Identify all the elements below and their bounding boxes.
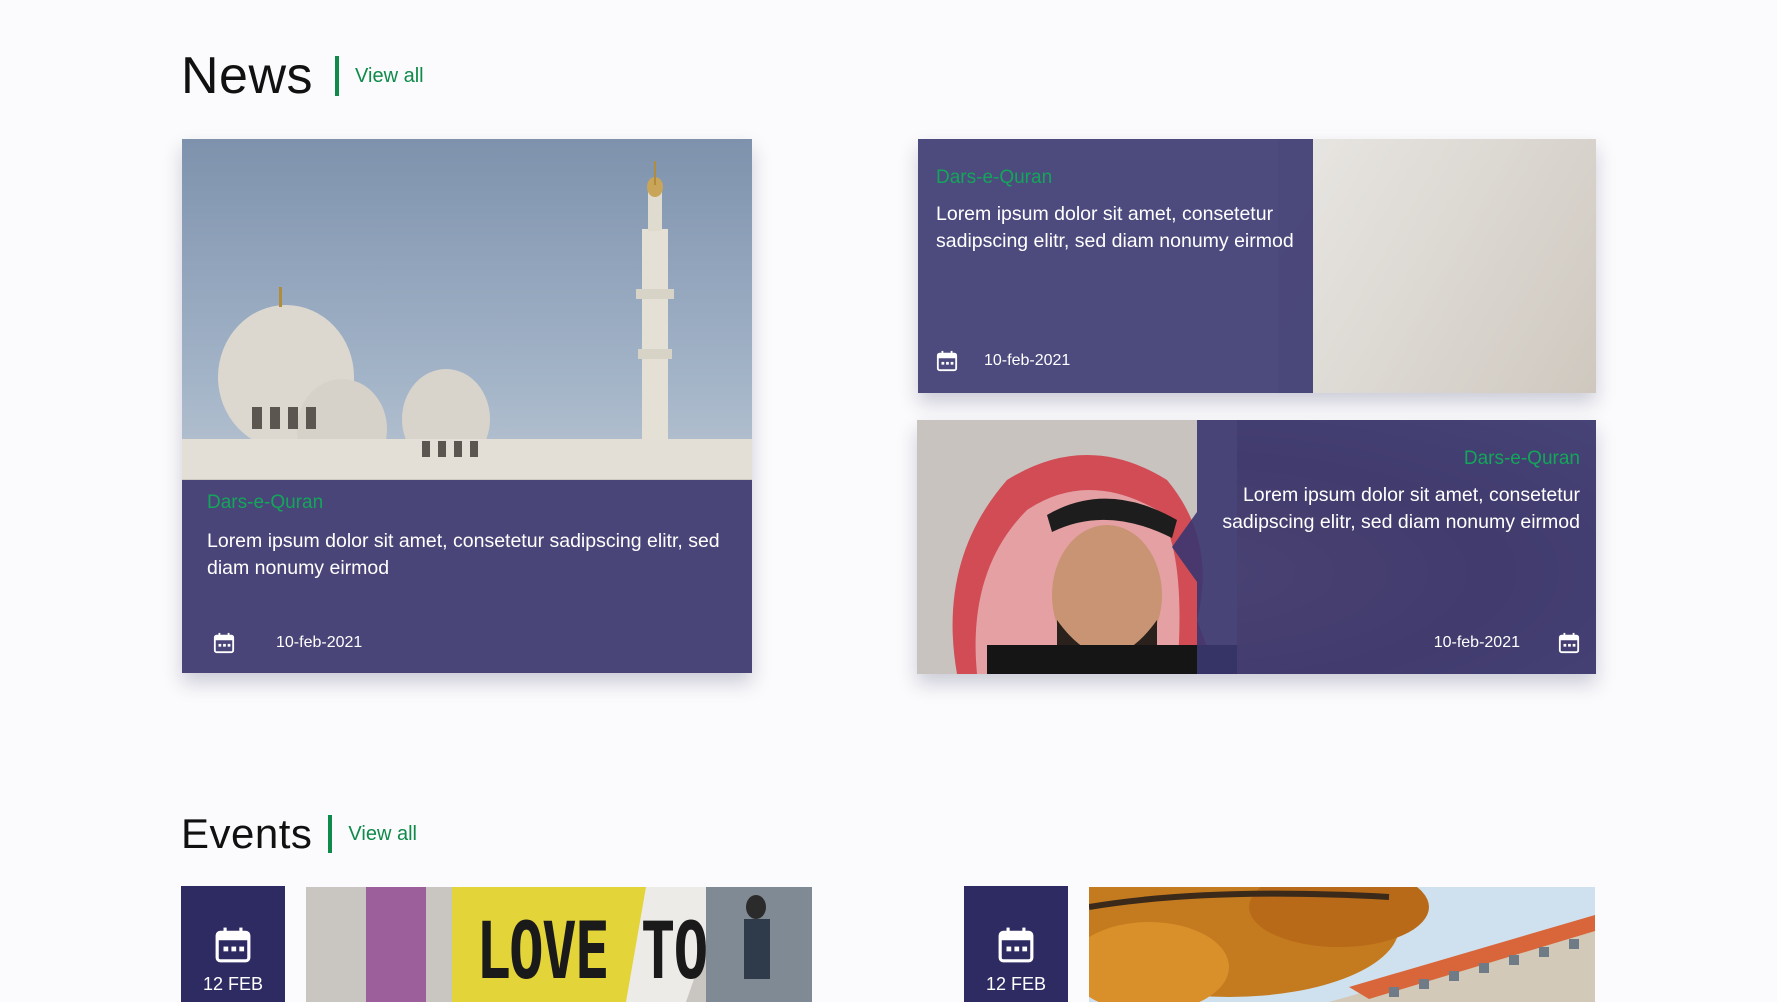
news-title: News bbox=[181, 47, 314, 105]
news-card-date: 10-feb-2021 bbox=[1433, 634, 1520, 651]
news-card-description: Lorem ipsum dolor sit amet, consetetur s… bbox=[936, 203, 1294, 252]
calendar-icon bbox=[936, 350, 958, 372]
events-view-all-link[interactable]: View all bbox=[348, 823, 417, 846]
events-title: Events bbox=[181, 810, 313, 857]
event-image[interactable]: LOVE TO bbox=[306, 887, 812, 1002]
news-card[interactable]: Dars-e-Quran Lorem ipsum dolor sit amet,… bbox=[917, 420, 1596, 674]
calendar-icon bbox=[998, 927, 1034, 963]
featured-news-category: Dars-e-Quran bbox=[207, 492, 324, 513]
events-title-divider bbox=[328, 815, 333, 853]
news-card-date: 10-feb-2021 bbox=[984, 352, 1071, 369]
calendar-icon bbox=[213, 632, 235, 654]
news-card-category: Dars-e-Quran bbox=[1463, 448, 1580, 469]
event-date-badge[interactable]: 12 FEB bbox=[964, 886, 1068, 1002]
featured-news-description: Lorem ipsum dolor sit amet, consetetur s… bbox=[207, 530, 720, 579]
news-view-all-link[interactable]: View all bbox=[355, 65, 424, 88]
event-date: 12 FEB bbox=[202, 974, 264, 994]
featured-news-date-row: 10-feb-2021 bbox=[213, 632, 362, 654]
event-date-badge[interactable]: 12 FEB bbox=[181, 886, 285, 1002]
featured-news-card[interactable]: Dars-e-Quran Lorem ipsum dolor sit amet,… bbox=[182, 139, 752, 673]
event-image[interactable] bbox=[1089, 887, 1595, 1002]
news-card[interactable]: Dars-e-Quran Lorem ipsum dolor sit amet,… bbox=[918, 139, 1596, 393]
news-header: News View all bbox=[181, 46, 424, 106]
news-card-category: Dars-e-Quran bbox=[936, 167, 1053, 188]
news-card-overlay: Dars-e-Quran Lorem ipsum dolor sit amet,… bbox=[918, 139, 1313, 393]
featured-news-date: 10-feb-2021 bbox=[276, 634, 363, 651]
news-card-date-row: 10-feb-2021 bbox=[936, 350, 1070, 372]
news-card-date-row: 10-feb-2021 bbox=[1434, 632, 1580, 654]
event-sign-text: LOVE TO bbox=[476, 905, 708, 997]
featured-news-overlay: Dars-e-Quran Lorem ipsum dolor sit amet,… bbox=[182, 480, 752, 673]
events-header: Events View all bbox=[181, 810, 417, 858]
calendar-icon bbox=[215, 927, 251, 963]
news-card-description: Lorem ipsum dolor sit amet, consetetur s… bbox=[1222, 484, 1580, 533]
news-title-divider bbox=[335, 56, 340, 96]
calendar-icon bbox=[1558, 632, 1580, 654]
news-card-overlay: Dars-e-Quran Lorem ipsum dolor sit amet,… bbox=[1172, 420, 1596, 674]
office-photo bbox=[1278, 139, 1596, 393]
event-date: 12 FEB bbox=[985, 974, 1047, 994]
